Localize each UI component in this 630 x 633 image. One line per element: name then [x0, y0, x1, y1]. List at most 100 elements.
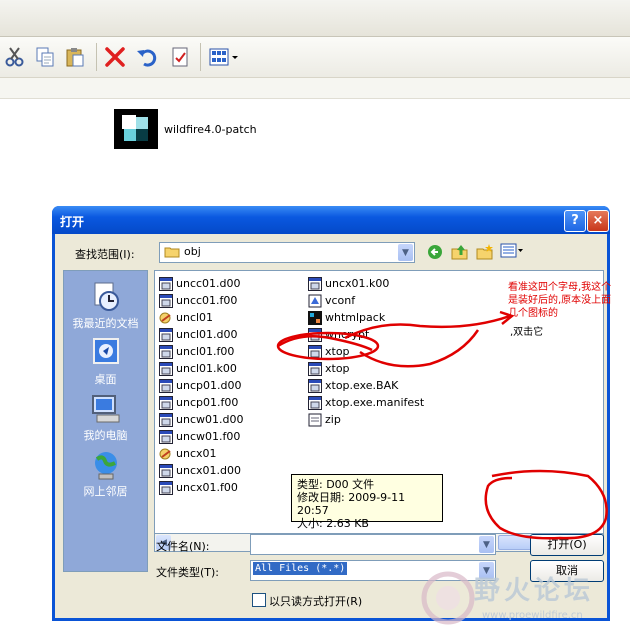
file-type-icon — [308, 294, 322, 307]
file-type-icon — [159, 276, 173, 291]
file-name: zip — [325, 413, 341, 426]
view-menu-button[interactable] — [500, 243, 524, 259]
file-item[interactable]: uncw01.d00 — [159, 411, 243, 428]
file-item[interactable]: wncrypt — [308, 326, 369, 343]
properties-icon[interactable] — [165, 42, 195, 72]
toolbar-separator — [200, 43, 201, 71]
explorer-menu-band — [0, 0, 630, 37]
file-name: uncx01.f00 — [176, 481, 238, 494]
file-item[interactable]: xtop.exe.manifest — [308, 394, 424, 411]
file-name: xtop — [325, 345, 350, 358]
file-name: uncx01.d00 — [176, 464, 241, 477]
file-name: uncl01.f00 — [176, 345, 235, 358]
place-label: 我的电脑 — [83, 429, 128, 442]
folder-icon — [164, 247, 180, 257]
file-item[interactable]: uncl01 — [159, 309, 213, 326]
file-name: uncw01.d00 — [176, 413, 244, 426]
file-name: uncp01.f00 — [176, 396, 239, 409]
file-item[interactable]: xtop — [308, 343, 350, 360]
watermark-logo-icon — [421, 571, 475, 625]
file-type-icon — [159, 429, 173, 444]
file-item[interactable]: uncl01.k00 — [159, 360, 237, 377]
file-type-icon — [308, 310, 322, 325]
file-item[interactable]: uncl01.d00 — [159, 326, 238, 343]
place-my-computer[interactable]: 我的电脑 — [64, 393, 147, 443]
file-type-icon — [308, 378, 322, 393]
back-button[interactable] — [427, 244, 445, 263]
undo-icon[interactable] — [132, 42, 162, 72]
chevron-down-icon[interactable]: ▼ — [479, 536, 494, 553]
tooltip-modified: 修改日期: 2009-9-11 20:57 — [297, 491, 406, 517]
file-type-icon — [159, 480, 173, 495]
file-name: uncl01.d00 — [176, 328, 238, 341]
chevron-down-icon[interactable]: ▼ — [398, 244, 413, 261]
file-name: uncx01.k00 — [325, 277, 390, 290]
file-type-icon — [308, 344, 322, 359]
file-type-icon — [159, 448, 171, 459]
paste-icon[interactable] — [60, 42, 90, 72]
file-type-icon — [308, 327, 322, 342]
look-in-value: obj — [184, 245, 201, 258]
delete-icon[interactable] — [100, 42, 130, 72]
place-recent-documents[interactable]: 我最近的文档 — [64, 281, 147, 331]
file-item[interactable]: xtop — [308, 360, 350, 377]
copy-icon[interactable] — [30, 42, 60, 72]
file-name: uncp01.d00 — [176, 379, 242, 392]
file-item[interactable]: uncw01.f00 — [159, 428, 240, 445]
file-item[interactable]: whtmlpack — [308, 309, 385, 326]
file-item[interactable]: uncp01.f00 — [159, 394, 238, 411]
file-item[interactable]: uncx01 — [159, 445, 217, 462]
views-icon[interactable] — [206, 42, 242, 72]
help-button[interactable]: ? — [564, 210, 586, 232]
file-name: xtop.exe.manifest — [325, 396, 425, 409]
place-network-places[interactable]: 网上邻居 — [64, 449, 147, 499]
cut-icon[interactable] — [0, 42, 30, 72]
file-type-icon — [308, 361, 322, 376]
filename-combo[interactable]: ▼ — [250, 534, 496, 555]
close-button[interactable]: × — [587, 210, 609, 232]
file-name: uncl01 — [176, 311, 214, 324]
application-icon — [114, 109, 158, 149]
up-folder-button[interactable] — [451, 243, 469, 264]
dialog-titlebar[interactable]: 打开 ? × — [52, 206, 610, 234]
file-item[interactable]: uncx01.k00 — [308, 275, 389, 292]
file-item[interactable]: zip — [308, 411, 341, 428]
toolbar-separator — [96, 43, 97, 71]
file-type-icon — [159, 395, 173, 410]
look-in-label: 查找范围(I): — [75, 248, 135, 261]
file-type-icon — [159, 312, 171, 323]
file-item[interactable]: uncx01.d00 — [159, 462, 241, 479]
file-type-icon — [159, 293, 173, 308]
view-menu-icon — [500, 243, 523, 258]
file-type-icon — [308, 413, 322, 426]
file-name: wncrypt — [325, 328, 370, 341]
file-item[interactable]: uncx01.f00 — [159, 479, 238, 496]
dialog-title: 打开 — [60, 215, 85, 229]
tooltip-type: 类型: D00 文件 — [297, 478, 375, 491]
file-item[interactable]: uncp01.d00 — [159, 377, 241, 394]
file-name: xtop — [325, 362, 350, 375]
place-label: 网上邻居 — [83, 485, 128, 498]
readonly-checkbox[interactable] — [252, 593, 266, 607]
filetype-value: All Files (*.*) — [253, 562, 348, 575]
my-computer-icon — [89, 393, 123, 425]
explorer-file-label: wildfire4.0-patch — [164, 122, 257, 136]
file-type-icon — [159, 378, 173, 393]
watermark-title: 野火论坛 — [474, 576, 595, 606]
open-button[interactable]: 打开(O) — [530, 534, 604, 556]
look-in-combo[interactable]: obj ▼ — [159, 242, 415, 263]
file-name: uncw01.f00 — [176, 430, 241, 443]
file-item[interactable]: uncl01.f00 — [159, 343, 234, 360]
explorer-file-item[interactable]: wildfire4.0-patch — [114, 109, 257, 149]
file-item[interactable]: uncc01.d00 — [159, 275, 241, 292]
file-type-icon — [308, 395, 322, 410]
file-item[interactable]: vconf — [308, 292, 355, 309]
watermark: 野火论坛 www.proewildfire.cn — [418, 566, 630, 633]
file-item[interactable]: xtop.exe.BAK — [308, 377, 398, 394]
look-in-value-wrap: obj — [164, 245, 201, 258]
file-item[interactable]: uncc01.f00 — [159, 292, 237, 309]
file-name: uncc01.f00 — [176, 294, 238, 307]
places-bar: 我最近的文档 桌面 我的电脑 网上邻居 — [63, 270, 148, 572]
place-desktop[interactable]: 桌面 — [64, 337, 147, 387]
new-folder-button[interactable] — [476, 243, 494, 264]
